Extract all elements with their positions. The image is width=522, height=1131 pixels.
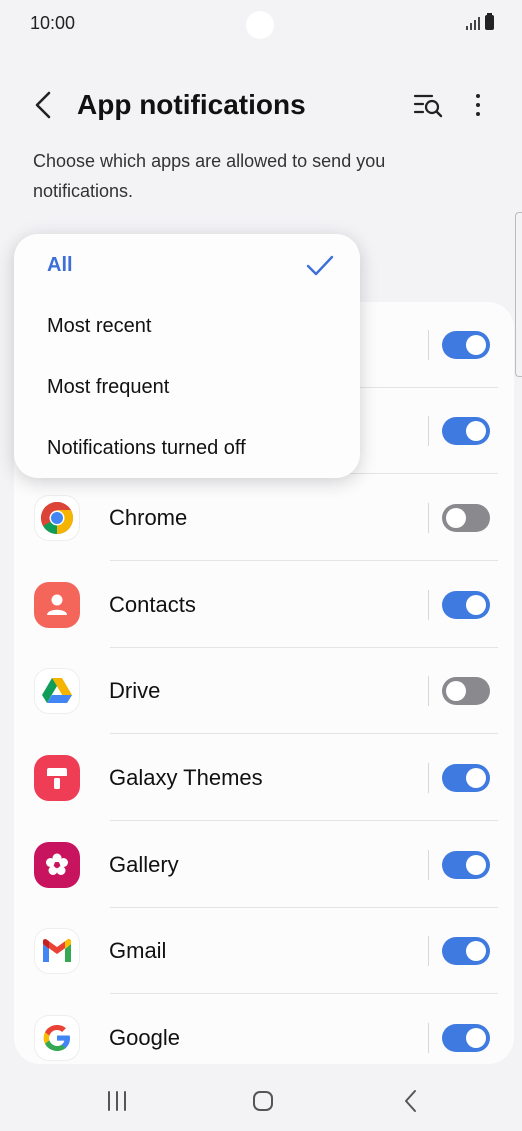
- dropdown-item-all[interactable]: All: [47, 252, 73, 278]
- toggle-separator: [428, 503, 429, 533]
- app-name: Google: [109, 1025, 180, 1050]
- search-button[interactable]: [412, 90, 446, 120]
- app-name: Gmail: [109, 938, 167, 963]
- notification-toggle[interactable]: [442, 677, 490, 705]
- toggle-separator: [428, 330, 429, 360]
- toggle-knob: [466, 855, 486, 875]
- notification-toggle[interactable]: [442, 331, 490, 359]
- row-divider: [110, 560, 498, 561]
- gallery-icon: [34, 842, 80, 888]
- more-dot-icon: [476, 103, 480, 107]
- app-row-galaxy-themes[interactable]: Galaxy Themes: [14, 735, 514, 821]
- app-name: Galaxy Themes: [109, 765, 263, 790]
- dropdown-item-notifications-off[interactable]: Notifications turned off: [47, 435, 246, 461]
- toggle-separator: [428, 1023, 429, 1053]
- notification-toggle[interactable]: [442, 851, 490, 879]
- home-button[interactable]: [248, 1086, 278, 1116]
- back-button[interactable]: [28, 88, 58, 122]
- app-row-google[interactable]: Google: [14, 995, 514, 1064]
- sort-dropdown: All Most recent Most frequent Notificati…: [14, 234, 360, 478]
- toggle-separator: [428, 416, 429, 446]
- toggle-knob: [466, 941, 486, 961]
- app-name: Chrome: [109, 505, 188, 530]
- page-title: App notifications: [77, 89, 306, 120]
- status-icons: [466, 13, 494, 30]
- status-time: 10:00: [30, 13, 76, 33]
- notification-toggle[interactable]: [442, 1024, 490, 1052]
- page-description: Choose which apps are allowed to send yo…: [33, 151, 386, 201]
- check-icon: [306, 255, 334, 276]
- home-icon: [253, 1091, 273, 1111]
- toggle-knob: [466, 595, 486, 615]
- camera-cutout: [246, 11, 274, 39]
- back-arrow-icon: [35, 91, 51, 119]
- app-name: Gallery: [109, 852, 179, 877]
- toggle-separator: [428, 590, 429, 620]
- notification-toggle[interactable]: [442, 591, 490, 619]
- app-row-drive[interactable]: Drive: [14, 648, 514, 734]
- scroll-indicator[interactable]: [515, 212, 522, 377]
- more-dot-icon: [476, 94, 480, 98]
- toggle-knob: [446, 681, 466, 701]
- gmail-icon: [34, 928, 80, 974]
- app-row-contacts[interactable]: Contacts: [14, 562, 514, 648]
- dropdown-item-most-recent[interactable]: Most recent: [47, 313, 151, 339]
- recent-apps-button[interactable]: [102, 1086, 132, 1116]
- recent-apps-icon: [108, 1091, 126, 1111]
- toggle-knob: [446, 508, 466, 528]
- toggle-separator: [428, 676, 429, 706]
- toggle-knob: [466, 768, 486, 788]
- toggle-knob: [466, 1028, 486, 1048]
- back-nav-button[interactable]: [396, 1086, 426, 1116]
- app-row-gmail[interactable]: Gmail: [14, 908, 514, 994]
- chrome-icon: [34, 495, 80, 541]
- drive-icon: [34, 668, 80, 714]
- row-divider: [110, 820, 498, 821]
- signal-icon: [466, 16, 480, 30]
- header: App notifications: [0, 80, 522, 130]
- toggle-knob: [466, 421, 486, 441]
- row-divider: [110, 733, 498, 734]
- app-row-chrome[interactable]: Chrome: [14, 475, 514, 561]
- status-bar: 10:00: [0, 0, 522, 50]
- app-name: Drive: [109, 678, 161, 703]
- battery-icon: [485, 13, 494, 30]
- more-dot-icon: [476, 112, 480, 116]
- galaxy-themes-icon: [34, 755, 80, 801]
- notification-toggle[interactable]: [442, 417, 490, 445]
- navigation-bar: [0, 1070, 522, 1131]
- notification-toggle[interactable]: [442, 937, 490, 965]
- toggle-separator: [428, 763, 429, 793]
- more-options-button[interactable]: [466, 90, 490, 120]
- dropdown-item-most-frequent[interactable]: Most frequent: [47, 374, 169, 400]
- toggle-knob: [466, 335, 486, 355]
- toggle-separator: [428, 936, 429, 966]
- back-nav-icon: [405, 1090, 416, 1112]
- app-row-gallery[interactable]: Gallery: [14, 822, 514, 908]
- app-name: Contacts: [109, 592, 196, 617]
- notification-toggle[interactable]: [442, 504, 490, 532]
- notification-toggle[interactable]: [442, 764, 490, 792]
- toggle-separator: [428, 850, 429, 880]
- search-list-icon: [413, 94, 443, 118]
- row-divider: [110, 993, 498, 994]
- google-icon: [34, 1015, 80, 1061]
- contacts-icon: [34, 582, 80, 628]
